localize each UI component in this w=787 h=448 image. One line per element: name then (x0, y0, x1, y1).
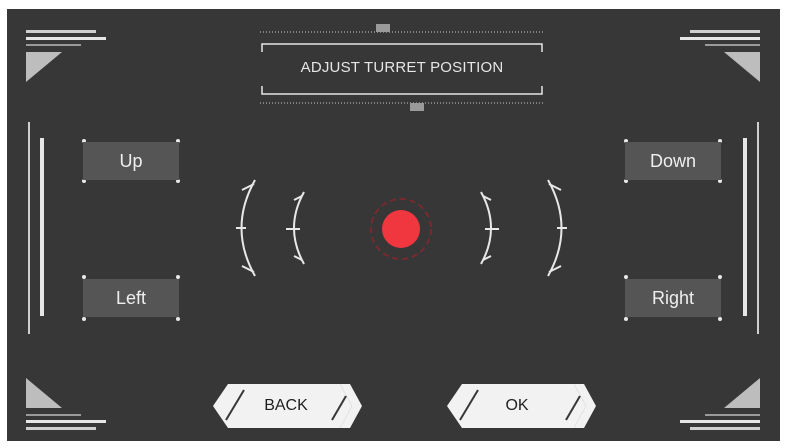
ok-button[interactable]: OK (467, 397, 567, 415)
right-button-label: Right (651, 287, 695, 308)
left-side-rail (28, 122, 44, 334)
up-button-label: Up (119, 150, 143, 171)
reticle-right-brackets (480, 179, 567, 277)
back-button[interactable]: BACK (236, 397, 336, 415)
up-button[interactable]: Up (83, 142, 179, 180)
down-button[interactable]: Down (625, 142, 721, 180)
target-icon (370, 198, 432, 260)
reticle-left-brackets (236, 179, 305, 277)
right-side-rail (743, 122, 759, 334)
turret-screen: ADJUST TURRET POSITION Up Down Left Righ… (0, 0, 787, 448)
left-button[interactable]: Left (83, 279, 179, 317)
corner-top-left (26, 30, 106, 82)
down-button-label: Down (649, 150, 697, 171)
left-button-label: Left (115, 287, 147, 308)
right-button[interactable]: Right (625, 279, 721, 317)
corner-bottom-left (26, 378, 106, 430)
corner-top-right (680, 30, 760, 82)
page-title: ADJUST TURRET POSITION (300, 59, 504, 76)
corner-bottom-right (680, 378, 760, 430)
